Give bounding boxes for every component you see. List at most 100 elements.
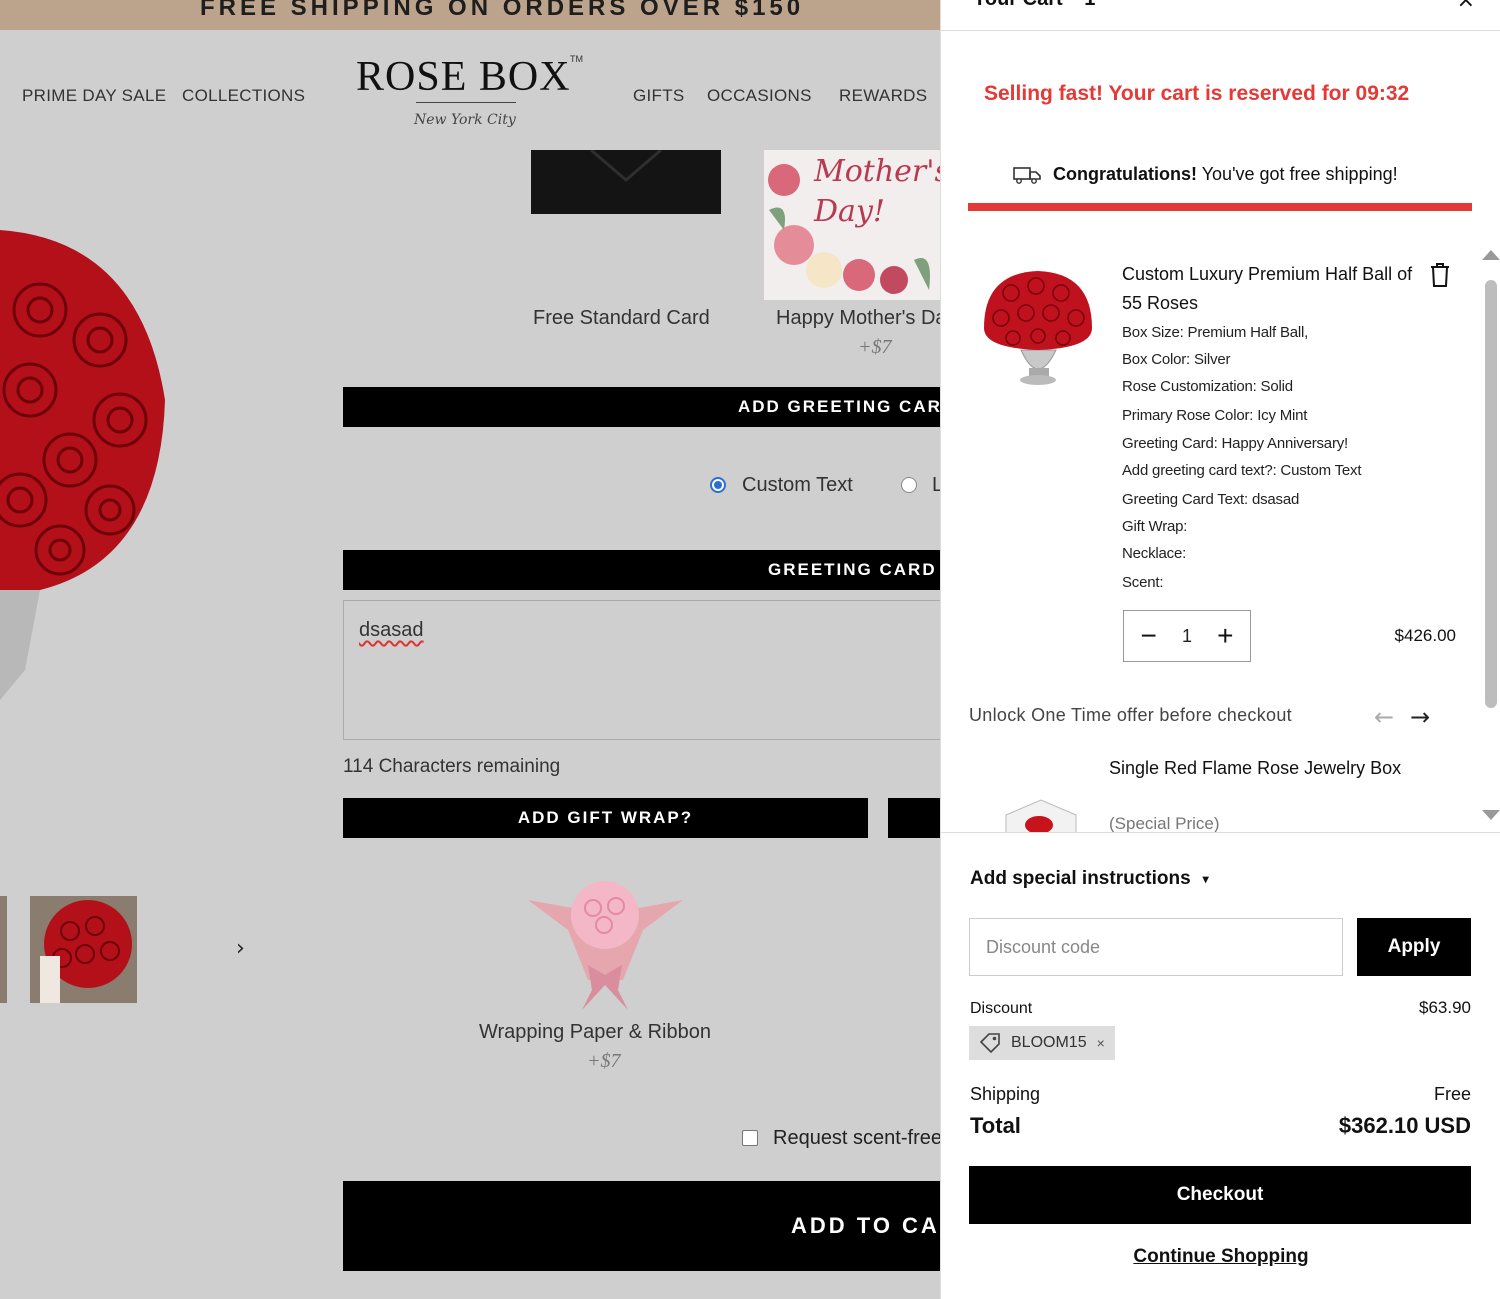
quantity-increase-button[interactable]: + [1209, 622, 1241, 650]
free-shipping-message: Congratulations! You've got free shippin… [1013, 164, 1398, 185]
characters-remaining: 114 Characters remaining [343, 756, 561, 777]
cart-item-option: Primary Rose Color: Icy Mint [1122, 407, 1308, 424]
shipping-message-rest: You've got free shipping! [1201, 164, 1398, 184]
continue-shopping-link[interactable]: Continue Shopping [941, 1246, 1500, 1268]
special-instructions-label: Add special instructions [970, 868, 1191, 889]
free-shipping-progress-fill [968, 203, 1472, 211]
scent-free-checkbox[interactable] [742, 1130, 758, 1146]
free-card-envelope-image[interactable] [531, 150, 721, 214]
product-image [0, 230, 165, 700]
scrollbar-thumb[interactable] [1485, 280, 1497, 708]
cart-items-scroll-area[interactable]: Custom Luxury Premium Half Ball of 55 Ro… [941, 240, 1500, 833]
truck-icon [1013, 166, 1041, 184]
add-greeting-card-bar[interactable]: ADD GREETING CARD [343, 387, 940, 427]
close-icon[interactable]: × [1457, 0, 1475, 13]
add-gift-wrap-label: ADD GIFT WRAP? [517, 808, 694, 827]
cart-item-option: Scent: [1122, 574, 1164, 591]
logo-wordmark: ROSE BOX [356, 54, 571, 100]
mothers-day-card-price: +$7 [858, 336, 892, 358]
logo-divider [416, 102, 516, 103]
cart-item-name[interactable]: Custom Luxury Premium Half Ball of 55 Ro… [1122, 260, 1422, 318]
mothers-day-card-image[interactable]: Mother's Day! [764, 150, 940, 300]
total-label: Total [970, 1113, 1021, 1138]
rose-box-logo[interactable]: ROSE BOX TM New York City [356, 54, 586, 128]
add-necklace-bar[interactable] [888, 798, 940, 838]
total-value: $362.10 USD [1338, 1113, 1471, 1138]
scroll-down-arrow-icon[interactable] [1482, 810, 1500, 820]
cart-count: 1 [1084, 0, 1095, 10]
trash-icon[interactable] [1429, 262, 1451, 288]
radio-custom-text-label: Custom Text [742, 474, 853, 496]
greeting-card-bar-label: GREETING CARD [768, 560, 937, 579]
free-standard-card-label: Free Standard Card [533, 307, 710, 329]
cart-title: Your Cart 1 [973, 0, 1095, 11]
discount-code-input[interactable] [969, 918, 1343, 976]
add-gift-wrap-bar[interactable]: ADD GIFT WRAP? [343, 798, 868, 838]
mothers-day-card-label: Happy Mother's Day [776, 307, 940, 329]
upsell-product-name[interactable]: Single Red Flame Rose Jewelry Box [1109, 754, 1409, 783]
upsell-offer-title: Unlock One Time offer before checkout [969, 705, 1292, 725]
cart-scrollbar[interactable] [1482, 250, 1500, 820]
quantity-decrease-button[interactable]: − [1133, 622, 1165, 650]
discount-value: $63.90 [1419, 998, 1471, 1017]
shipping-value: Free [1433, 1084, 1471, 1104]
add-greeting-card-label: ADD GREETING CARD [738, 397, 940, 416]
nav-collections[interactable]: COLLECTIONS [182, 86, 305, 106]
cart-item-option: Box Color: Silver [1122, 351, 1231, 368]
cart-drawer: Your Cart 1 × Selling fast! Your cart is… [940, 0, 1500, 1299]
cart-item-option: Greeting Card Text: dsasad [1122, 491, 1300, 508]
nav-gifts[interactable]: GIFTS [633, 86, 685, 106]
cart-item-option: Box Size: Premium Half Ball, [1122, 324, 1309, 341]
radio-custom-text[interactable] [710, 477, 726, 493]
cart-item-option: Rose Customization: Solid [1122, 378, 1293, 395]
greeting-card-text-value: dsasad [359, 619, 424, 641]
cart-item-image [984, 271, 1092, 385]
cart-reservation-timer: Selling fast! Your cart is reserved for … [984, 82, 1410, 105]
product-thumbnail-1[interactable] [0, 896, 7, 1003]
shipping-message-bold: Congratulations! [1053, 164, 1197, 184]
radio-second-option-label: L [932, 474, 940, 496]
logo-trademark: TM [570, 54, 583, 64]
add-to-cart-label: ADD TO CART [791, 1213, 940, 1238]
promo-bar: FREE SHIPPING ON ORDERS OVER $150 [0, 0, 940, 30]
quantity-stepper: − 1 + [1123, 610, 1251, 662]
greeting-card-text-bar: GREETING CARD [343, 550, 940, 590]
cart-item-price: $426.00 [1394, 626, 1456, 645]
cart-item-option: Add greeting card text?: Custom Text [1122, 462, 1362, 479]
radio-second-option[interactable] [901, 477, 917, 493]
offer-next-arrow-icon[interactable]: → [1410, 705, 1430, 729]
thumbnail-next-chevron-icon[interactable]: › [236, 936, 245, 961]
upsell-product-subtitle: (Special Price) [1109, 814, 1220, 833]
mothers-day-card-script: Mother's Day! [814, 154, 940, 229]
tag-icon [979, 1033, 1000, 1054]
wrapping-paper-image[interactable] [528, 870, 683, 1015]
quantity-value[interactable]: 1 [1182, 626, 1192, 647]
discount-code-text: BLOOM15 [1011, 1034, 1087, 1051]
upsell-product-image[interactable] [1001, 795, 1081, 833]
product-thumbnail-2[interactable] [30, 896, 137, 1003]
shipping-label: Shipping [970, 1084, 1041, 1104]
cart-header: Your Cart 1 × [941, 0, 1500, 31]
product-page-background: FREE SHIPPING ON ORDERS OVER $150 PRIME … [0, 0, 940, 1299]
greeting-card-textarea[interactable]: dsasad [343, 600, 940, 740]
nav-prime-day-sale[interactable]: PRIME DAY SALE [22, 86, 166, 106]
remove-discount-icon[interactable]: × [1097, 1035, 1105, 1051]
cart-item-option: Necklace: [1122, 545, 1187, 562]
scroll-up-arrow-icon[interactable] [1482, 250, 1500, 260]
offer-prev-arrow-icon[interactable]: ← [1374, 705, 1394, 729]
cart-item-option: Gift Wrap: [1122, 518, 1188, 535]
wrapping-paper-label: Wrapping Paper & Ribbon [479, 1021, 711, 1043]
free-shipping-progress-bar [968, 203, 1472, 211]
nav-occasions[interactable]: OCCASIONS [707, 86, 812, 106]
cart-title-text: Your Cart [973, 0, 1063, 10]
checkout-button[interactable]: Checkout [969, 1166, 1471, 1224]
discount-code-tag: BLOOM15 × [969, 1026, 1115, 1060]
discount-label: Discount [970, 1000, 1033, 1017]
promo-text: FREE SHIPPING ON ORDERS OVER $150 [200, 0, 805, 21]
cart-item-option: Greeting Card: Happy Anniversary! [1122, 435, 1349, 452]
scent-free-label: Request scent-free [773, 1127, 940, 1149]
nav-rewards[interactable]: REWARDS [839, 86, 927, 106]
special-instructions-toggle[interactable]: Add special instructions ▾ [970, 868, 1209, 890]
add-to-cart-button[interactable]: ADD TO CART [343, 1181, 940, 1271]
apply-discount-button[interactable]: Apply [1357, 918, 1471, 976]
